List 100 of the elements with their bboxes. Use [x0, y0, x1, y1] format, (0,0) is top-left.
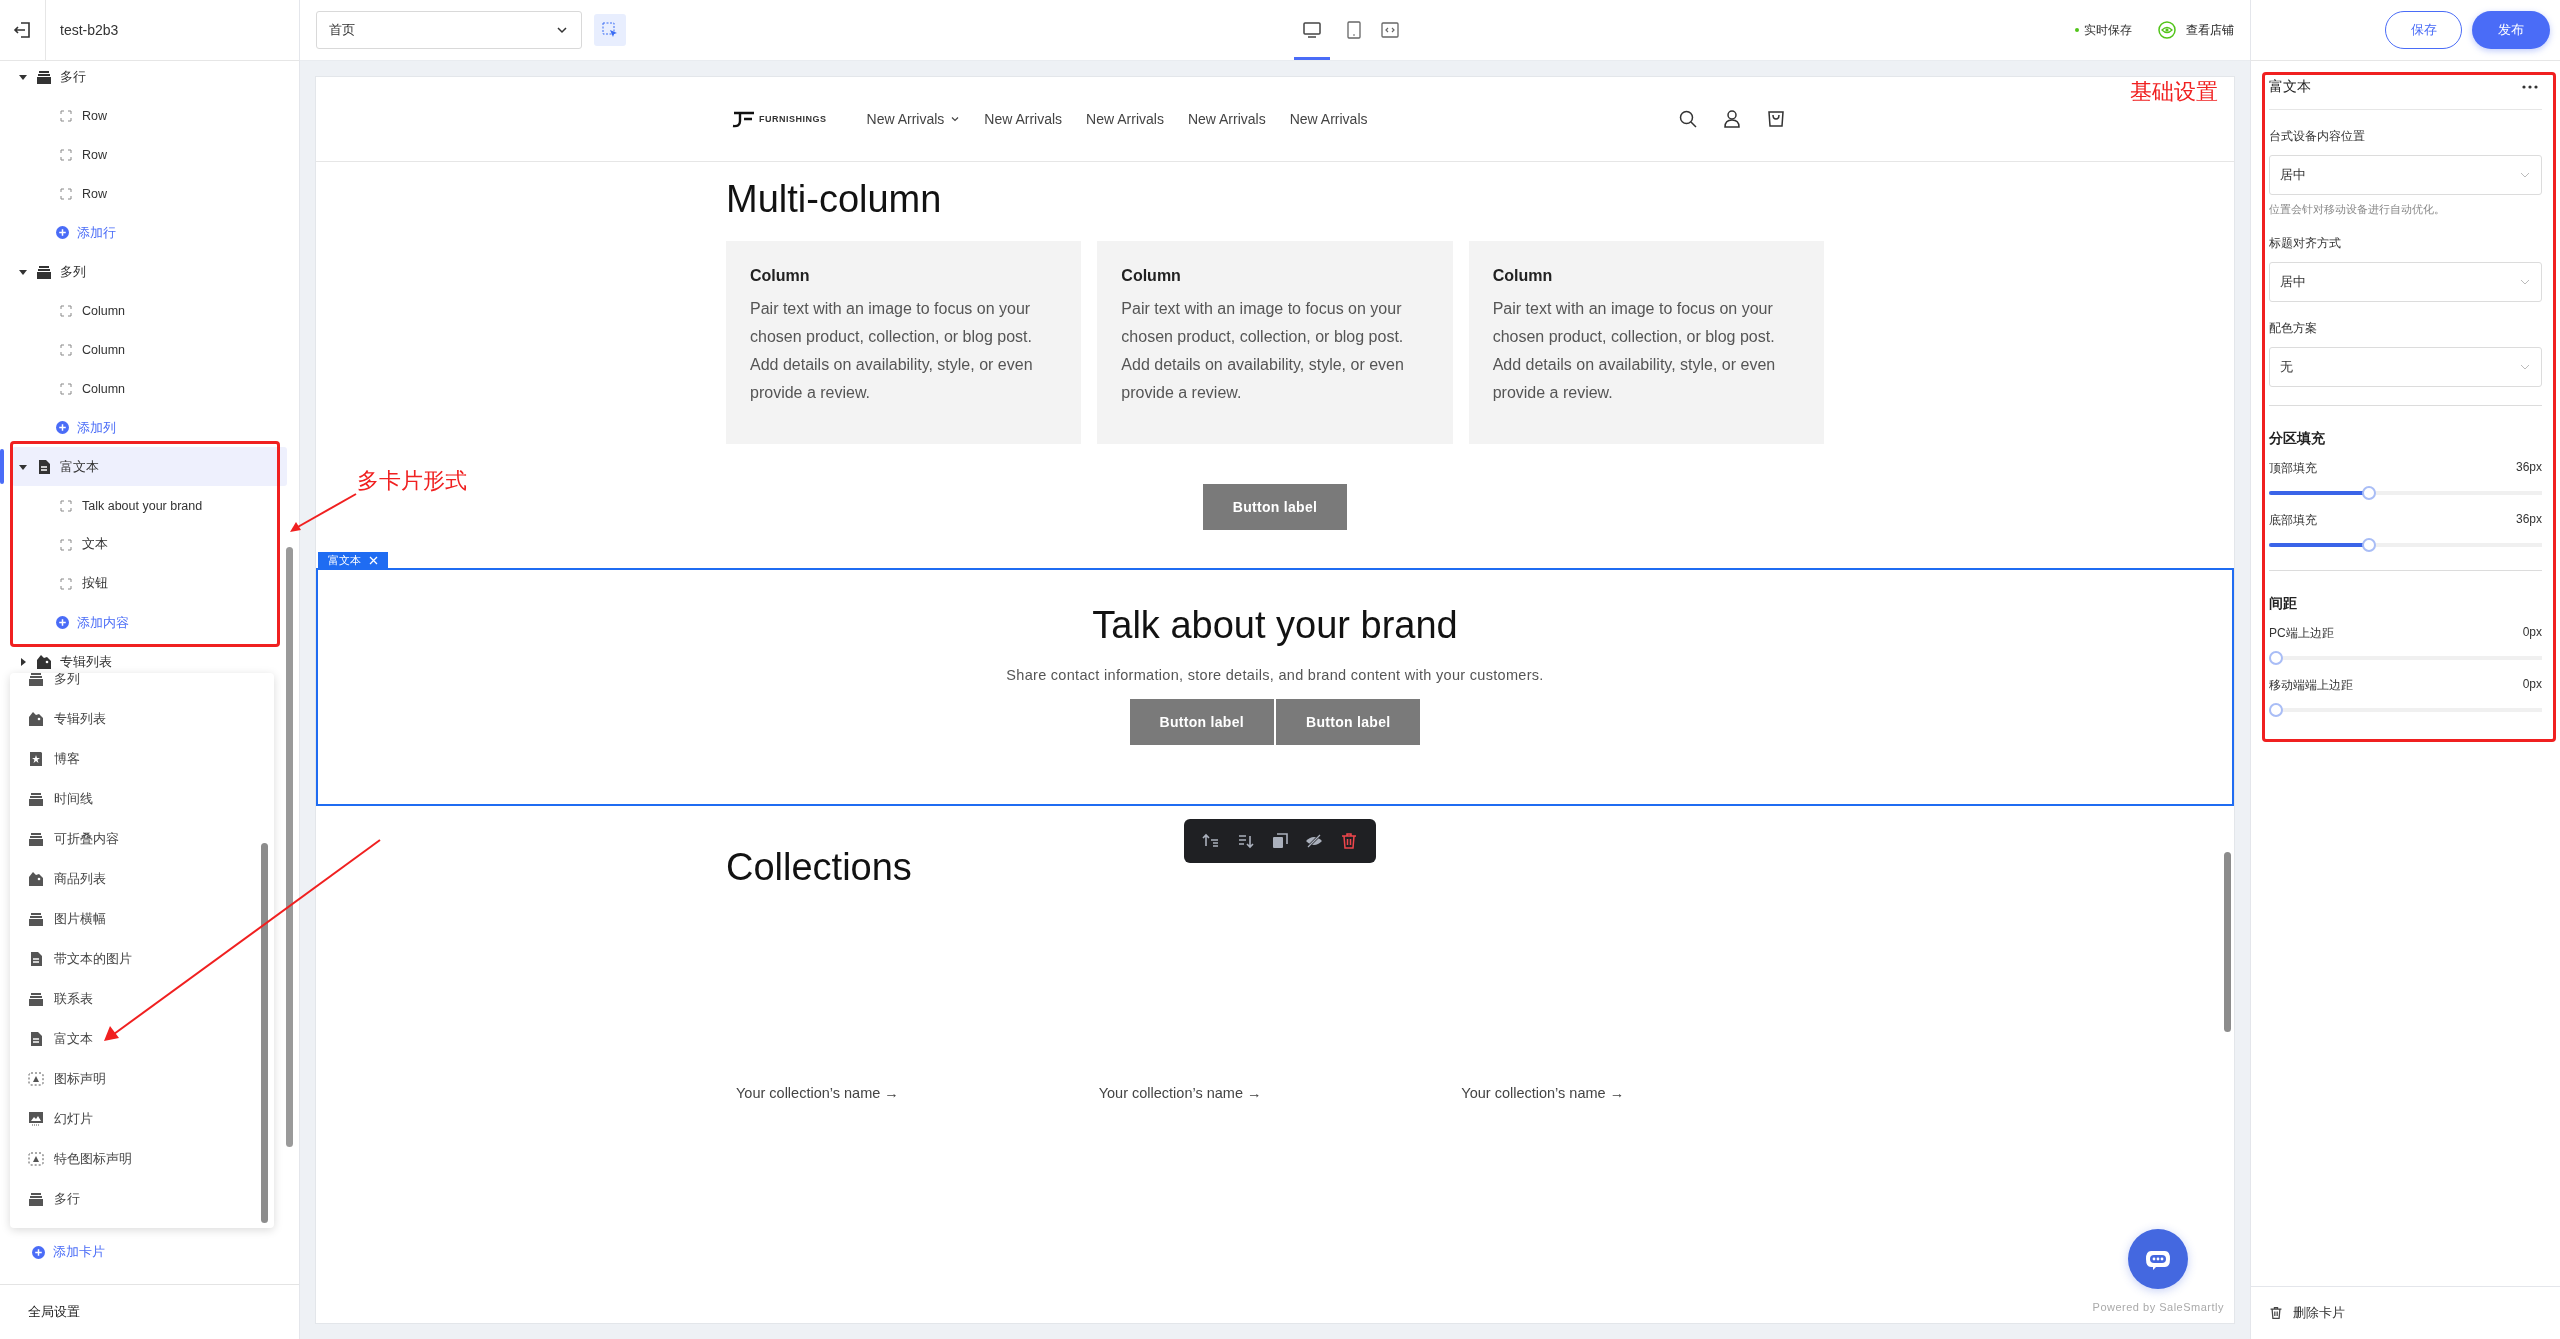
panel-title: 富文本 [2269, 78, 2311, 96]
collection-link[interactable]: Your collection’s name → [1098, 1085, 1462, 1101]
block-icon [60, 577, 72, 590]
select-field[interactable]: 居中 [2269, 155, 2542, 195]
preview-button[interactable]: Button label [1202, 484, 1348, 530]
scrollbar[interactable] [286, 547, 293, 1147]
publish-button[interactable]: 发布 [2472, 11, 2550, 49]
tree-group-item[interactable]: 多行 [12, 57, 287, 96]
page-select[interactable]: 首页 [316, 11, 582, 49]
image-icon [28, 1111, 44, 1127]
nav-link[interactable]: New Arrivals [1289, 111, 1368, 127]
close-icon[interactable] [369, 555, 378, 565]
powered-by-text: Powered by SaleSmartly [2092, 1301, 2224, 1313]
tree-child-item[interactable]: Row [0, 135, 299, 174]
move-up-icon[interactable] [1202, 832, 1221, 850]
annotation-arrow [288, 492, 358, 534]
global-settings-button[interactable]: 全局设置 [28, 1303, 80, 1321]
caret-icon[interactable] [18, 656, 28, 667]
nav-link[interactable]: New Arrivals [984, 111, 1063, 127]
tags-icon [36, 653, 52, 670]
nav-link[interactable]: New Arrivals [866, 111, 961, 127]
preview-button[interactable]: Button label [1129, 699, 1274, 745]
menu-item[interactable]: 多列 [10, 673, 274, 699]
view-store-link[interactable]: 查看店铺 [2186, 21, 2234, 39]
block-icon [60, 304, 72, 317]
slider-thumb[interactable] [2269, 703, 2283, 717]
tree-child-item[interactable]: Column [0, 330, 299, 369]
tree-child-item[interactable]: Row [0, 96, 299, 135]
tree-child-item[interactable]: 文本 [0, 525, 299, 564]
slider-thumb[interactable] [2269, 651, 2283, 665]
stack-icon [28, 1191, 44, 1207]
slider-label: PC端上边距 [2269, 625, 2334, 642]
menu-item[interactable]: 专辑列表 [10, 699, 274, 739]
exit-icon [12, 20, 33, 40]
preview-button[interactable]: Button label [1276, 699, 1421, 745]
tags-icon [28, 711, 44, 727]
menu-item[interactable]: 联系表 [10, 979, 274, 1019]
select-field[interactable]: 无 [2269, 347, 2542, 387]
nav-link[interactable]: New Arrivals [1086, 111, 1164, 127]
logo-icon [730, 109, 756, 129]
block-icon [60, 109, 72, 122]
slider-value: 36px [2515, 512, 2542, 528]
menu-item[interactable]: 博客 [10, 739, 274, 779]
scrollbar[interactable] [261, 843, 268, 1223]
chat-button[interactable] [2128, 1229, 2189, 1289]
plus-icon [56, 421, 69, 434]
menu-item[interactable]: 多行 [10, 1179, 274, 1219]
field-label: 台式设备内容位置 [2269, 128, 2366, 145]
slider-thumb[interactable] [2362, 486, 2377, 500]
menu-item[interactable]: 图标声明 [10, 1059, 274, 1099]
account-icon[interactable] [1721, 109, 1742, 129]
slider-thumb[interactable] [2362, 538, 2377, 552]
column-heading: Column [1492, 267, 1554, 285]
desktop-icon [1302, 20, 1322, 40]
menu-item[interactable]: 富文本 [10, 1019, 274, 1059]
stack-icon [28, 911, 44, 927]
stack-icon [28, 673, 44, 687]
add-link[interactable]: 添加行 [0, 213, 116, 252]
add-card-link[interactable]: 添加卡片 [32, 1243, 105, 1261]
tree-child-item[interactable]: Column [0, 291, 299, 330]
plus-icon [56, 616, 69, 629]
block-icon [60, 148, 72, 161]
menu-item[interactable]: 幻灯片 [10, 1099, 274, 1139]
collection-link[interactable]: Your collection’s name → [736, 1085, 1099, 1101]
menu-item[interactable]: 特色图标声明 [10, 1139, 274, 1179]
move-down-icon[interactable] [1236, 832, 1255, 850]
tablet-icon [1344, 20, 1364, 40]
menu-item[interactable]: 时间线 [10, 779, 274, 819]
tree-child-item[interactable]: Row [0, 174, 299, 213]
trash-icon[interactable] [1339, 832, 1358, 850]
hide-icon[interactable] [1305, 832, 1324, 850]
section-tag: 富文本 [318, 552, 388, 568]
cart-icon[interactable] [1765, 109, 1786, 129]
eye-icon [2158, 21, 2176, 39]
slider-value: 0px [2522, 677, 2542, 693]
copy-icon[interactable] [1270, 832, 1289, 850]
tree-group-item[interactable]: 多列 [12, 252, 287, 291]
framed-shape-icon [28, 1071, 44, 1087]
annotation-text: 基础设置 [2130, 78, 2218, 106]
tree-child-item[interactable]: Column [0, 369, 299, 408]
stack-icon [28, 991, 44, 1007]
menu-item[interactable]: 图片横幅 [10, 899, 274, 939]
plus-icon [56, 226, 69, 239]
scrollbar[interactable] [2224, 852, 2231, 1032]
delete-card-button[interactable]: 删除卡片 [2269, 1304, 2345, 1322]
collection-link[interactable]: Your collection’s name → [1461, 1085, 1824, 1101]
menu-item[interactable]: 商品列表 [10, 859, 274, 899]
column-heading: Column [750, 267, 811, 285]
code-view-icon [1380, 20, 1400, 40]
nav-link[interactable]: New Arrivals [1187, 111, 1266, 127]
menu-item[interactable]: 可折叠内容 [10, 819, 274, 859]
add-link[interactable]: 添加内容 [0, 603, 129, 642]
tree-child-item[interactable]: Talk about your brand [0, 486, 299, 525]
more-icon[interactable] [2522, 85, 2538, 89]
search-icon[interactable] [1677, 109, 1698, 129]
add-link[interactable]: 添加列 [0, 408, 116, 447]
select-field[interactable]: 居中 [2269, 262, 2542, 302]
menu-item[interactable]: 带文本的图片 [10, 939, 274, 979]
section-heading: 间距 [2269, 595, 2298, 613]
tree-child-item[interactable]: 按钮 [0, 564, 299, 603]
